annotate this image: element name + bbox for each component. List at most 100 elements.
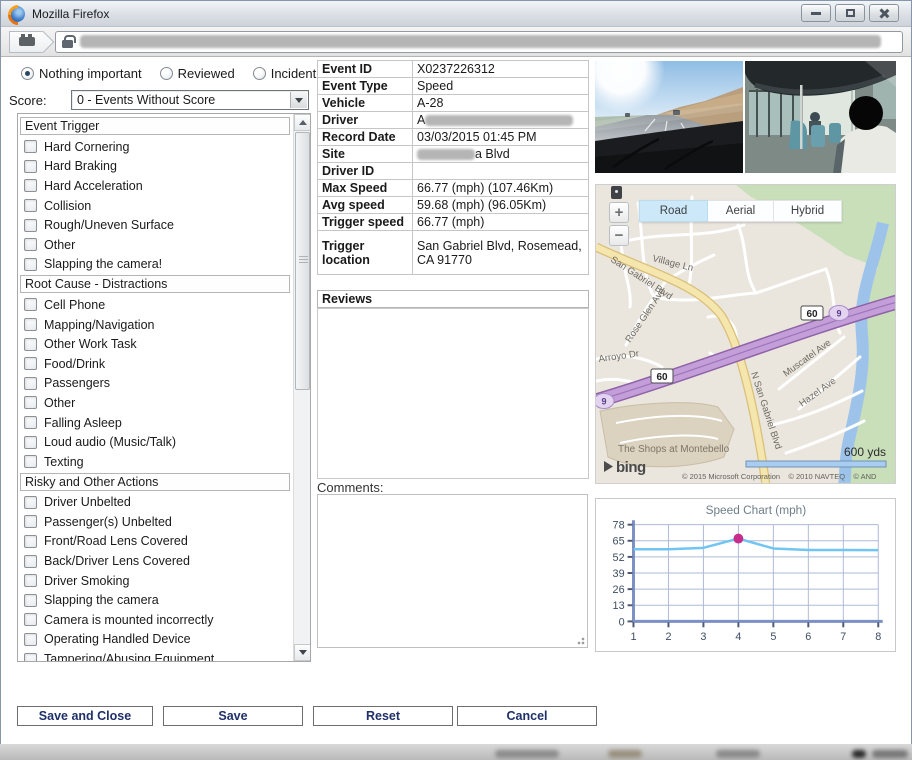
checkbox-item-other-distraction[interactable]: Other [20,393,290,413]
checkbox[interactable] [24,219,37,232]
redacted-driver-name [425,115,573,126]
scroll-up-button[interactable] [294,114,311,131]
checkbox-item-loud-audio[interactable]: Loud audio (Music/Talk) [20,432,290,452]
svg-text:0: 0 [619,616,625,628]
checkbox[interactable] [24,140,37,153]
checkbox[interactable] [24,594,37,607]
checkbox-item-hard-braking[interactable]: Hard Braking [20,157,290,177]
checkbox[interactable] [24,555,37,568]
score-selected-value: 0 - Events Without Score [77,93,215,107]
checkbox-item-passengers[interactable]: Passengers [20,374,290,394]
map-type-road[interactable]: Road [639,200,708,222]
checkbox[interactable] [24,338,37,351]
save-button[interactable]: Save [163,706,303,726]
desktop-taskbar-strip [0,744,912,760]
map-zoom-out-button[interactable]: − [609,225,629,246]
checkbox[interactable] [24,377,37,390]
table-row: Avg speed59.68 (mph) (96.05Km) [318,197,589,214]
save-and-close-button[interactable]: Save and Close [17,706,153,726]
checkbox[interactable] [24,318,37,331]
checkbox-item-falling-asleep[interactable]: Falling Asleep [20,413,290,433]
radio-incident[interactable] [253,67,266,80]
checkbox[interactable] [24,160,37,173]
checkbox-item-driver-unbelted[interactable]: Driver Unbelted [20,493,290,513]
checkbox-item-tampering-abusing-equipment[interactable]: Tampering/Abusing Equipment [20,649,290,662]
checkbox-item-texting[interactable]: Texting [20,452,290,472]
checkbox-item-slapping-the-camera[interactable]: Slapping the camera! [20,255,290,275]
map-type-hybrid[interactable]: Hybrid [774,200,842,222]
radio-reviewed[interactable] [160,67,173,80]
close-button[interactable] [869,4,899,22]
event-details-table: Event IDX0237226312 Event TypeSpeed Vehi… [317,60,589,275]
checkbox[interactable] [24,455,37,468]
radio-label[interactable]: Reviewed [178,66,235,81]
checkbox-item-hard-cornering[interactable]: Hard Cornering [20,137,290,157]
checkbox-item-front-road-lens-covered[interactable]: Front/Road Lens Covered [20,532,290,552]
table-row: Driver ID [318,163,589,180]
checkbox[interactable] [24,535,37,548]
checkbox[interactable] [24,436,37,449]
redacted-url [80,35,881,48]
checkbox-item-mapping-navigation[interactable]: Mapping/Navigation [20,315,290,335]
review-status-radios: Nothing important Reviewed Incident [21,66,334,81]
event-checkbox-list[interactable]: Event Trigger Hard Cornering Hard Brakin… [17,113,311,662]
restore-button[interactable] [835,4,865,22]
checkbox-item-operating-handled-device[interactable]: Operating Handled Device [20,630,290,650]
section-header-event-trigger: Event Trigger [20,117,290,135]
map-zoom-in-button[interactable]: + [609,202,629,223]
radio-label[interactable]: Nothing important [39,66,142,81]
checkbox-item-back-driver-lens-covered[interactable]: Back/Driver Lens Covered [20,551,290,571]
checkbox[interactable] [24,199,37,212]
reset-button[interactable]: Reset [313,706,453,726]
checkbox[interactable] [24,298,37,311]
comments-textarea[interactable] [317,494,588,648]
checkbox-item-hard-acceleration[interactable]: Hard Acceleration [20,176,290,196]
checkbox-item-cell-phone[interactable]: Cell Phone [20,295,290,315]
checkbox[interactable] [24,416,37,429]
checkbox[interactable] [24,613,37,626]
window-titlebar: Mozilla Firefox [1,1,911,27]
checkbox[interactable] [24,258,37,271]
scrollbar-thumb[interactable] [295,132,310,390]
checkbox-item-camera-mounted-incorrectly[interactable]: Camera is mounted incorrectly [20,610,290,630]
checkbox-item-rough-uneven-surface[interactable]: Rough/Uneven Surface [20,215,290,235]
checkbox-item-collision[interactable]: Collision [20,196,290,216]
section-header-root-cause-distractions: Root Cause - Distractions [20,275,290,293]
checkbox-item-slapping-the-camera-2[interactable]: Slapping the camera [20,590,290,610]
map-type-switcher: Road Aerial Hybrid [639,200,842,222]
svg-text:4: 4 [735,631,741,643]
checkbox-item-other-trigger[interactable]: Other [20,235,290,255]
map-type-aerial[interactable]: Aerial [708,200,774,222]
map-birdseye-icon[interactable] [611,186,622,199]
checkbox[interactable] [24,238,37,251]
checkbox[interactable] [24,515,37,528]
checkbox[interactable] [24,496,37,509]
svg-text:65: 65 [613,536,625,548]
minimize-button[interactable] [801,4,831,22]
table-row: Max Speed66.77 (mph) (107.46Km) [318,180,589,197]
site-identity-button[interactable] [9,31,43,53]
scroll-down-button[interactable] [294,644,311,661]
checkbox-item-other-work-task[interactable]: Other Work Task [20,334,290,354]
cancel-button[interactable]: Cancel [457,706,597,726]
checkbox-item-passengers-unbelted[interactable]: Passenger(s) Unbelted [20,512,290,532]
close-icon [879,8,890,19]
bing-map[interactable]: 60 60 9 9 Village Ln San Gabriel Blvd Ro… [595,184,896,484]
table-row: Trigger speed66.77 (mph) [318,214,589,231]
dropdown-arrow-button[interactable] [290,92,307,108]
radio-nothing-important[interactable] [21,67,34,80]
svg-text:2: 2 [665,631,671,643]
checkbox[interactable] [24,179,37,192]
score-dropdown[interactable]: 0 - Events Without Score [71,90,309,110]
url-bar[interactable] [55,31,903,53]
checkbox[interactable] [24,357,37,370]
checkbox[interactable] [24,653,37,662]
bing-logo[interactable]: bing [616,459,646,476]
checkbox-item-driver-smoking[interactable]: Driver Smoking [20,571,290,591]
checkbox[interactable] [24,574,37,587]
checkbox[interactable] [24,633,37,646]
checkbox-item-food-drink[interactable]: Food/Drink [20,354,290,374]
checkbox-list-scrollbar[interactable] [293,114,310,661]
radio-label[interactable]: Incident [271,66,317,81]
checkbox[interactable] [24,396,37,409]
